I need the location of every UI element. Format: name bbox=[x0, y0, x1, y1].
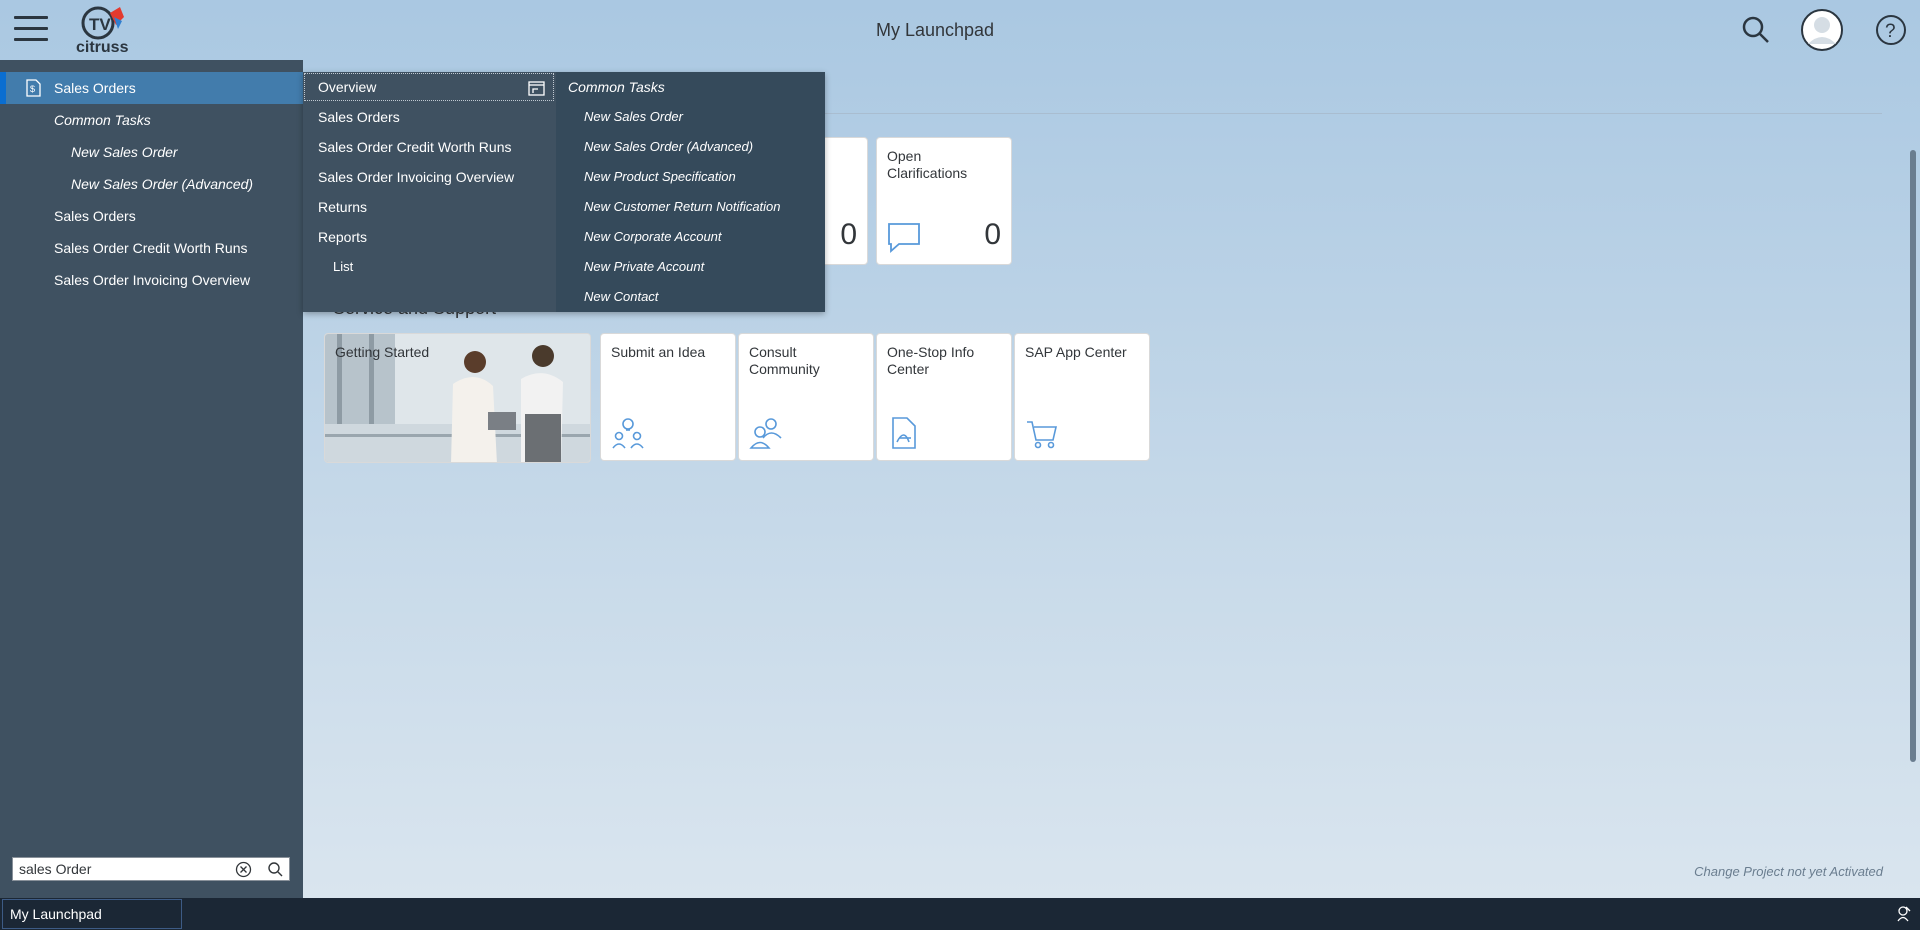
submit-idea-tile[interactable]: Submit an Idea bbox=[600, 333, 736, 461]
avatar-icon[interactable] bbox=[1800, 8, 1844, 52]
vertical-scrollbar[interactable] bbox=[1910, 150, 1916, 762]
chat-bubble-icon bbox=[888, 223, 920, 253]
flyout-task-new-product-specification[interactable]: New Product Specification bbox=[584, 169, 736, 184]
flyout-item-invoicing-overview[interactable]: Sales Order Invoicing Overview bbox=[318, 169, 514, 185]
tile-title: Submit an Idea bbox=[611, 344, 706, 360]
svg-text:$: $ bbox=[30, 84, 35, 94]
clear-icon[interactable] bbox=[235, 861, 252, 878]
flyout-common-tasks-column: Common Tasks New Sales Order New Sales O… bbox=[556, 72, 825, 312]
flyout-task-new-contact[interactable]: New Contact bbox=[584, 289, 658, 304]
change-project-status: Change Project not yet Activated bbox=[1694, 864, 1883, 879]
nav-item-common-tasks[interactable]: Common Tasks bbox=[0, 104, 303, 136]
community-icon bbox=[749, 418, 782, 449]
tile-title: Open Clarifications bbox=[887, 148, 968, 181]
flyout-task-new-sales-order-advanced[interactable]: New Sales Order (Advanced) bbox=[584, 139, 753, 154]
getting-started-tile[interactable]: Getting Started bbox=[324, 333, 591, 463]
flyout-task-new-private-account[interactable]: New Private Account bbox=[584, 259, 704, 274]
sales-order-icon: $ bbox=[26, 79, 41, 97]
tile-title: Consult Community bbox=[749, 344, 820, 377]
nav-item-invoicing-overview[interactable]: Sales Order Invoicing Overview bbox=[0, 264, 303, 296]
connection-icon[interactable] bbox=[1894, 905, 1912, 923]
nav-item-label: Sales Order Credit Worth Runs bbox=[54, 240, 248, 256]
nav-item-new-sales-order[interactable]: New Sales Order bbox=[0, 136, 303, 168]
flyout-item-list[interactable]: List bbox=[333, 259, 353, 274]
shell-bar: TV citruss My Launchpad ? bbox=[0, 0, 1920, 60]
nav-item-label: Common Tasks bbox=[54, 112, 151, 128]
flyout-task-new-sales-order[interactable]: New Sales Order bbox=[584, 109, 683, 124]
help-icon[interactable]: ? bbox=[1873, 12, 1909, 48]
nav-item-label: Sales Orders bbox=[54, 208, 136, 224]
pdf-document-icon bbox=[892, 417, 916, 449]
consult-community-tile[interactable]: Consult Community bbox=[738, 333, 874, 461]
flyout-item-sales-orders[interactable]: Sales Orders bbox=[318, 109, 400, 125]
page-title: My Launchpad bbox=[875, 20, 995, 40]
shopping-cart-icon bbox=[1027, 421, 1058, 449]
logo-text: citruss bbox=[76, 39, 129, 56]
nav-item-label: Sales Order Invoicing Overview bbox=[54, 272, 251, 288]
svg-text:?: ? bbox=[1885, 21, 1896, 42]
nav-item-sales-orders-2[interactable]: Sales Orders bbox=[0, 200, 303, 232]
nav-item-label: New Sales Order (Advanced) bbox=[71, 176, 254, 192]
sap-app-center-tile[interactable]: SAP App Center bbox=[1014, 333, 1150, 461]
flyout-item-reports[interactable]: Reports bbox=[318, 229, 367, 245]
tile-title: SAP App Center bbox=[1025, 344, 1127, 360]
nav-item-label: New Sales Order bbox=[71, 144, 178, 160]
tile-value: 0 bbox=[840, 218, 857, 251]
navigation-flyout: Overview Sales Orders Sales Order Credit… bbox=[303, 72, 825, 312]
taskbar: My Launchpad bbox=[0, 898, 1920, 930]
flyout-task-new-customer-return[interactable]: New Customer Return Notification bbox=[584, 199, 781, 214]
tile-title: One-Stop Info Center bbox=[887, 344, 975, 377]
open-clarifications-tile[interactable]: Open Clarifications 0 bbox=[876, 137, 1012, 265]
flyout-item-overview[interactable]: Overview bbox=[318, 79, 376, 95]
search-icon[interactable] bbox=[1738, 12, 1774, 48]
menu-search-input[interactable] bbox=[19, 861, 239, 877]
lightbulb-people-icon bbox=[612, 418, 644, 449]
flyout-header-common-tasks: Common Tasks bbox=[568, 79, 665, 95]
menu-search-field[interactable] bbox=[12, 857, 290, 881]
open-in-new-window-icon[interactable] bbox=[528, 79, 545, 96]
tile-value: 0 bbox=[984, 218, 1001, 251]
info-center-tile[interactable]: One-Stop Info Center bbox=[876, 333, 1012, 461]
flyout-task-new-corporate-account[interactable]: New Corporate Account bbox=[584, 229, 722, 244]
tile-title: Getting Started bbox=[335, 344, 430, 360]
nav-item-credit-worth-runs[interactable]: Sales Order Credit Worth Runs bbox=[0, 232, 303, 264]
flyout-item-returns[interactable]: Returns bbox=[318, 199, 367, 215]
search-icon[interactable] bbox=[267, 861, 284, 878]
taskbar-tab-my-launchpad[interactable]: My Launchpad bbox=[2, 899, 182, 929]
nav-item-label: Sales Orders bbox=[54, 80, 136, 96]
flyout-item-credit-worth-runs[interactable]: Sales Order Credit Worth Runs bbox=[318, 139, 511, 155]
nav-item-new-sales-order-advanced[interactable]: New Sales Order (Advanced) bbox=[0, 168, 303, 200]
nav-item-sales-orders[interactable]: $ Sales Orders bbox=[0, 72, 303, 104]
